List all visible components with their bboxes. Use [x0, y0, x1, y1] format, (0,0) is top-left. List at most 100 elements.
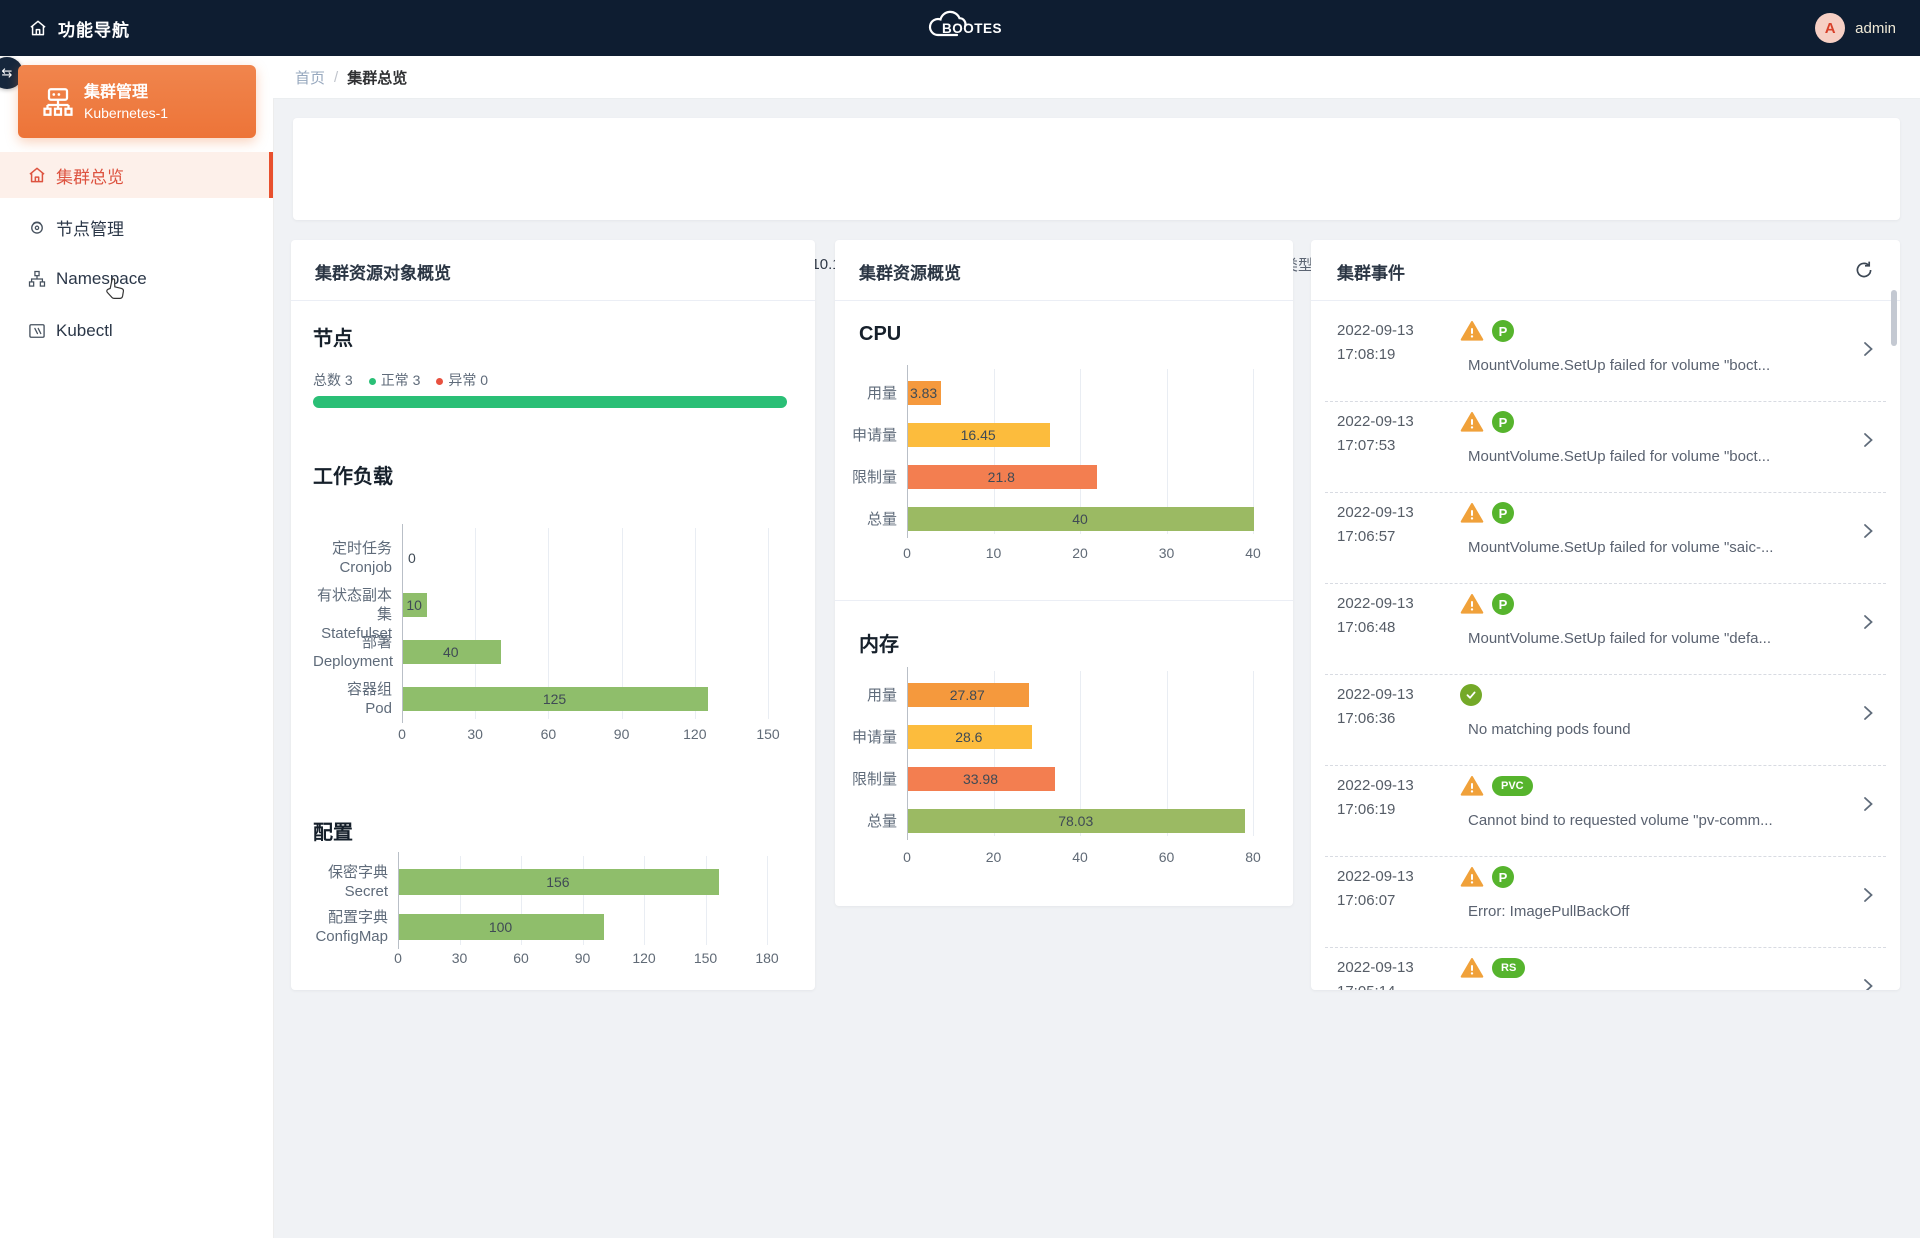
warning-icon: [1460, 320, 1484, 342]
chart-plot-area: 030609012015001040125: [402, 520, 768, 760]
event-time: 17:08:19: [1337, 346, 1395, 363]
event-date: 2022-09-13: [1337, 777, 1414, 794]
event-icons: P: [1460, 411, 1514, 433]
bar-value-label: 40: [443, 644, 459, 660]
x-tick-label: 90: [575, 950, 591, 966]
event-message: Error: ImagePullBackOff: [1468, 903, 1858, 920]
event-date: 2022-09-13: [1337, 413, 1414, 430]
rs-badge: RS: [1492, 958, 1525, 978]
events-title: 集群事件: [1337, 259, 1405, 284]
event-icons: P: [1460, 502, 1514, 524]
breadcrumb-home[interactable]: 首页: [295, 67, 325, 88]
event-message: MountVolume.SetUp failed for volume "sai…: [1468, 539, 1858, 556]
x-tick-label: 10: [986, 545, 1002, 561]
chevron-right-icon[interactable]: [1862, 522, 1874, 545]
chevron-right-icon[interactable]: [1862, 977, 1874, 990]
sidebar: ⇆ 集群管理 Kubernetes-1 集群总览节点管理NamespaceKub…: [0, 56, 274, 1238]
category-label: 总量: [847, 510, 897, 529]
gridline: [767, 856, 768, 945]
x-tick-label: 150: [694, 950, 717, 966]
function-nav-button[interactable]: 功能导航: [28, 0, 130, 56]
resources-overview-title: 集群资源概览: [859, 259, 961, 284]
x-tick-label: 0: [903, 545, 911, 561]
category-label: 总量: [847, 812, 897, 831]
chevron-right-icon[interactable]: [1862, 886, 1874, 909]
warning-icon: [1460, 593, 1484, 615]
cluster-card[interactable]: 集群管理 Kubernetes-1: [18, 65, 256, 138]
bar-value-label: 10: [406, 597, 422, 613]
x-tick-label: 0: [398, 726, 406, 742]
x-tick-label: 0: [394, 950, 402, 966]
chevron-right-icon[interactable]: [1862, 795, 1874, 818]
category-label: 部署Deployment: [313, 633, 392, 671]
user-menu[interactable]: A admin: [1815, 0, 1896, 56]
bar-value-label: 100: [489, 919, 512, 935]
pod-badge: P: [1492, 320, 1514, 342]
success-check-icon: [1460, 684, 1482, 706]
event-row[interactable]: 2022-09-1317:08:19PMountVolume.SetUp fai…: [1325, 310, 1886, 402]
chart-plot-area: 0306090120150180156100: [398, 852, 767, 982]
abnormal-dot: [436, 378, 443, 385]
event-message: Cannot bind to requested volume "pv-comm…: [1468, 812, 1858, 829]
workload-heading: 工作负载: [313, 460, 393, 489]
event-time: 17:05:14: [1337, 983, 1395, 990]
event-message: MountVolume.SetUp failed for volume "def…: [1468, 630, 1858, 647]
brand-text: BOOTES: [942, 21, 1002, 36]
home-icon: [28, 18, 48, 38]
chevron-right-icon[interactable]: [1862, 340, 1874, 363]
event-row[interactable]: 2022-09-1317:06:36No matching pods found: [1325, 674, 1886, 766]
event-row[interactable]: 2022-09-1317:06:48PMountVolume.SetUp fai…: [1325, 583, 1886, 675]
warning-icon: [1460, 775, 1484, 797]
sidebar-item-节点管理[interactable]: 节点管理: [0, 204, 273, 250]
pod-badge: P: [1492, 866, 1514, 888]
x-tick-label: 30: [1159, 545, 1175, 561]
terminal-icon: [27, 321, 47, 341]
category-label: 用量: [847, 686, 897, 705]
event-icons: [1460, 684, 1482, 706]
top-bar: 功能导航 BOOTES A admin: [0, 0, 1920, 56]
event-row[interactable]: 2022-09-1317:06:07PError: ImagePullBackO…: [1325, 856, 1886, 948]
warning-icon: [1460, 866, 1484, 888]
event-row[interactable]: 2022-09-1317:07:53PMountVolume.SetUp fai…: [1325, 401, 1886, 493]
x-tick-label: 0: [903, 849, 911, 865]
chevron-right-icon[interactable]: [1862, 613, 1874, 636]
sidebar-item-Kubectl[interactable]: Kubectl: [0, 308, 273, 354]
config-heading: 配置: [313, 816, 353, 845]
namespace-icon: [27, 269, 47, 289]
nodes-normal: 正常 3: [369, 370, 421, 390]
event-icons: P: [1460, 866, 1514, 888]
refresh-button[interactable]: [1854, 260, 1874, 285]
bar-value-label: 40: [1072, 511, 1088, 527]
chevron-right-icon[interactable]: [1862, 704, 1874, 727]
divider: [835, 300, 1293, 301]
category-label: 用量: [847, 384, 897, 403]
event-row[interactable]: 2022-09-1317:06:57PMountVolume.SetUp fai…: [1325, 492, 1886, 584]
event-time: 17:06:19: [1337, 801, 1395, 818]
event-icons: RS: [1460, 957, 1525, 979]
pvc-badge: PVC: [1492, 776, 1533, 796]
category-label: 限制量: [847, 770, 897, 789]
refresh-icon: [1854, 267, 1874, 284]
bar-value-label: 33.98: [963, 771, 998, 787]
sidebar-item-Namespace[interactable]: Namespace: [0, 256, 273, 302]
cluster-tree-icon: [40, 84, 76, 125]
chevron-right-icon[interactable]: [1862, 431, 1874, 454]
event-row[interactable]: 2022-09-13 17:05:14 RS: [1325, 947, 1886, 990]
gridline: [1253, 671, 1254, 836]
cpu-heading: CPU: [859, 323, 901, 346]
event-time: 17:06:48: [1337, 619, 1395, 636]
event-time: 17:06:36: [1337, 710, 1395, 727]
sidebar-item-集群总览[interactable]: 集群总览: [0, 152, 273, 198]
events-scrollbar[interactable]: [1891, 290, 1897, 346]
event-date: 2022-09-13: [1337, 959, 1414, 976]
app-root: 功能导航 BOOTES A admin ⇆: [0, 0, 1920, 1238]
divider: [1311, 300, 1900, 301]
bar-value-label: 125: [543, 691, 566, 707]
x-tick-label: 60: [541, 726, 557, 742]
event-date: 2022-09-13: [1337, 322, 1414, 339]
sidebar-item-label: Namespace: [56, 269, 147, 289]
x-tick-label: 90: [614, 726, 630, 742]
chart-plot-area: 0102030403.8316.4521.840: [907, 363, 1253, 578]
sidebar-item-label: Kubectl: [56, 321, 113, 341]
event-row[interactable]: 2022-09-13 17:06:19 PVC Cannot bind to requ…: [1325, 765, 1886, 857]
